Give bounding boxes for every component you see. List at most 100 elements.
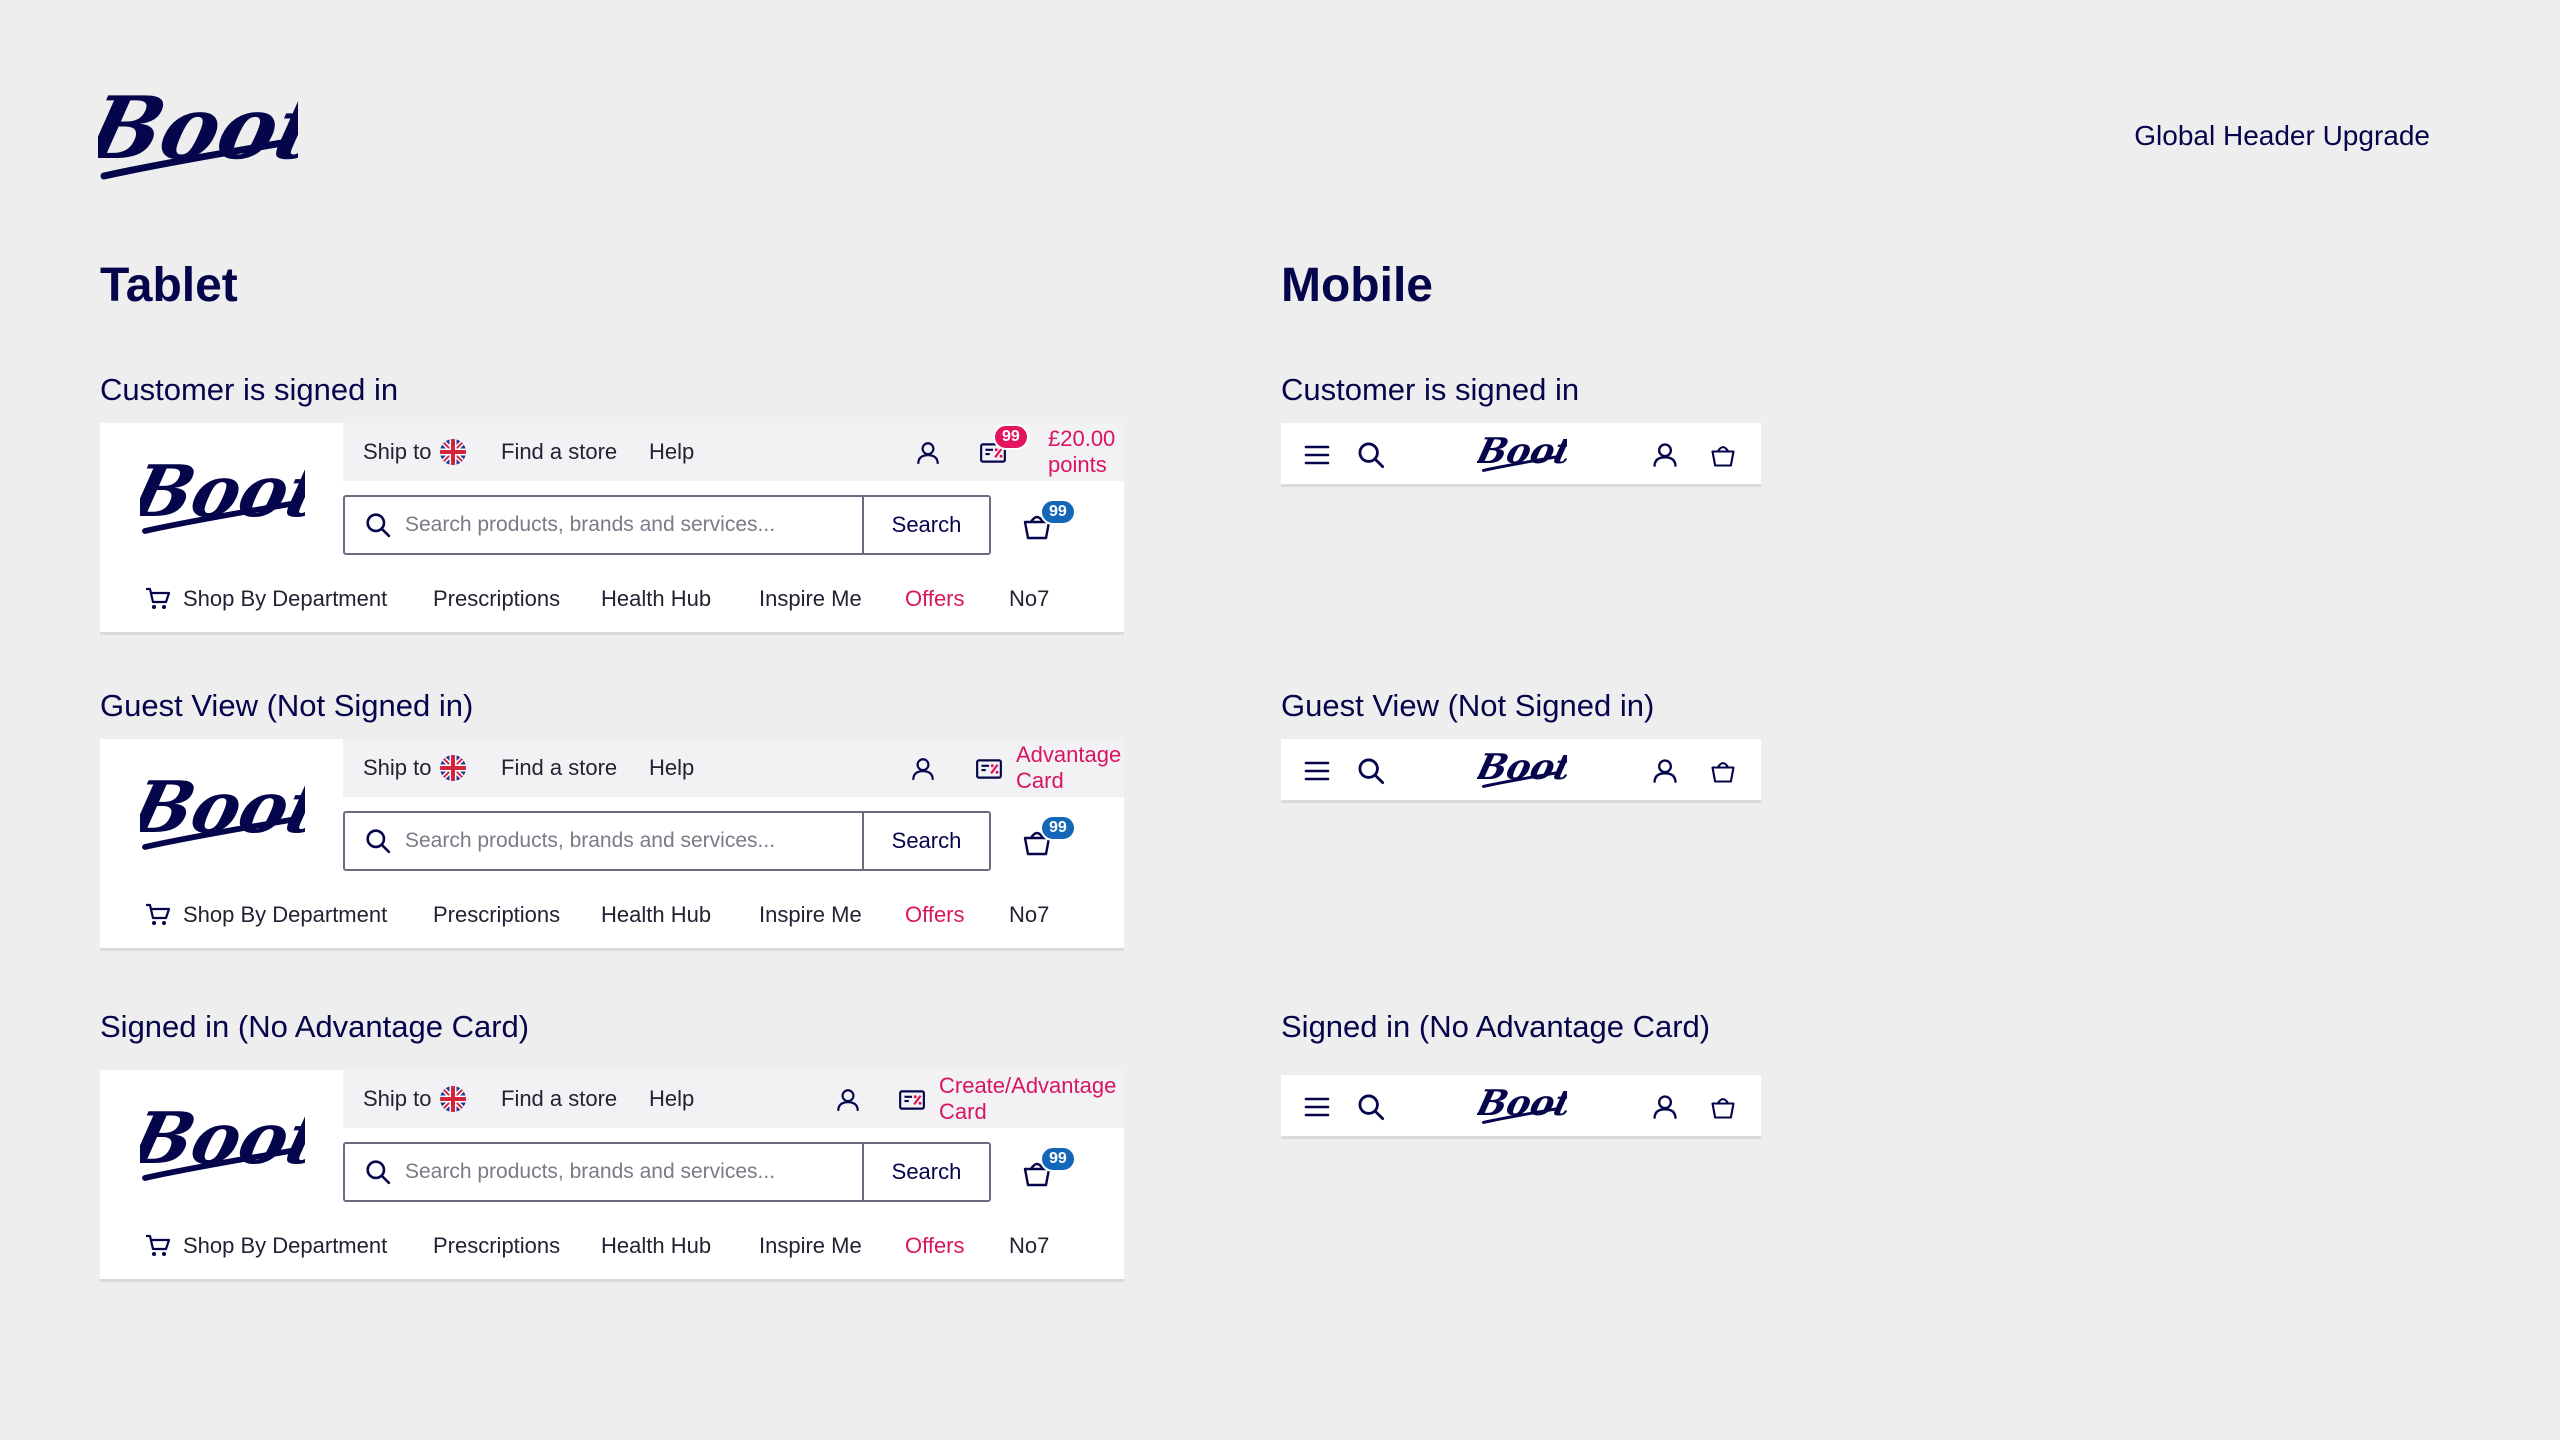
search-icon[interactable] bbox=[1357, 757, 1385, 785]
tablet-variant-label: Customer is signed in bbox=[100, 372, 399, 407]
search-placeholder: Search products, brands and services... bbox=[405, 513, 776, 536]
advantage-points-link[interactable]: £20.00 points bbox=[1048, 423, 1124, 481]
utility-bar: Ship to Find a store Help 99 £20.00 poin… bbox=[343, 423, 1124, 481]
search-icon[interactable] bbox=[1357, 441, 1385, 469]
uk-flag-icon bbox=[440, 755, 466, 781]
ship-to-label: Ship to bbox=[363, 1086, 432, 1111]
nav-prescriptions[interactable]: Prescriptions bbox=[433, 902, 560, 928]
search-placeholder: Search products, brands and services... bbox=[405, 1160, 776, 1183]
nav-offers[interactable]: Offers bbox=[905, 586, 965, 612]
nav-shop-by-department[interactable]: Shop By Department bbox=[145, 902, 387, 928]
search-bar: Search products, brands and services... … bbox=[343, 495, 991, 555]
tablet-variant-label: Signed in (No Advantage Card) bbox=[100, 1009, 530, 1044]
tablet-header-no-card: Ship to Find a store Help Create/Advanta… bbox=[100, 1070, 1124, 1282]
nav-inspire-me[interactable]: Inspire Me bbox=[759, 1233, 862, 1259]
search-button[interactable]: Search bbox=[862, 813, 989, 869]
search-icon bbox=[366, 829, 391, 854]
boots-logo[interactable] bbox=[140, 1095, 305, 1195]
find-store-link[interactable]: Find a store bbox=[501, 739, 617, 797]
nav-inspire-me[interactable]: Inspire Me bbox=[759, 902, 862, 928]
basket-icon[interactable] bbox=[1709, 757, 1737, 785]
search-icon bbox=[366, 513, 391, 538]
points-badge: 99 bbox=[993, 424, 1029, 450]
boots-logo[interactable] bbox=[1477, 431, 1567, 477]
tablet-header-guest: Ship to Find a store Help Advantage Card… bbox=[100, 739, 1124, 951]
nav-label: Shop By Department bbox=[183, 586, 388, 611]
nav-prescriptions[interactable]: Prescriptions bbox=[433, 1233, 560, 1259]
boots-logo[interactable] bbox=[140, 764, 305, 864]
help-link[interactable]: Help bbox=[649, 739, 694, 797]
basket-icon[interactable] bbox=[1709, 441, 1737, 469]
find-store-link[interactable]: Find a store bbox=[501, 423, 617, 481]
account-icon[interactable] bbox=[915, 440, 941, 466]
boots-logo[interactable] bbox=[1477, 1083, 1567, 1129]
help-link[interactable]: Help bbox=[649, 1070, 694, 1128]
account-icon[interactable] bbox=[910, 756, 936, 782]
trolley-icon bbox=[145, 903, 171, 927]
nav-no7[interactable]: No7 bbox=[1009, 586, 1049, 612]
tablet-section-title: Tablet bbox=[100, 259, 238, 312]
basket-icon[interactable] bbox=[1709, 1093, 1737, 1121]
account-icon[interactable] bbox=[1651, 1093, 1679, 1121]
search-input[interactable]: Search products, brands and services... bbox=[345, 813, 862, 869]
basket-count-badge: 99 bbox=[1040, 499, 1076, 525]
boots-logo[interactable] bbox=[140, 448, 305, 548]
account-icon[interactable] bbox=[835, 1087, 861, 1113]
search-icon bbox=[366, 1160, 391, 1185]
account-icon[interactable] bbox=[1651, 757, 1679, 785]
ship-to-link[interactable]: Ship to bbox=[363, 423, 466, 481]
nav-shop-by-department[interactable]: Shop By Department bbox=[145, 586, 387, 612]
mobile-header-signed-in bbox=[1281, 423, 1761, 487]
nav-offers[interactable]: Offers bbox=[905, 902, 965, 928]
nav-no7[interactable]: No7 bbox=[1009, 902, 1049, 928]
mobile-header-guest bbox=[1281, 739, 1761, 803]
ship-to-link[interactable]: Ship to bbox=[363, 739, 466, 797]
search-placeholder: Search products, brands and services... bbox=[405, 829, 776, 852]
mobile-variant-label: Guest View (Not Signed in) bbox=[1281, 688, 1655, 723]
ship-to-link[interactable]: Ship to bbox=[363, 1070, 466, 1128]
nav-shop-by-department[interactable]: Shop By Department bbox=[145, 1233, 387, 1259]
advantage-card-link[interactable]: Advantage Card bbox=[1016, 739, 1124, 797]
nav-health-hub[interactable]: Health Hub bbox=[601, 586, 711, 612]
tablet-header-signed-in: Ship to Find a store Help 99 £20.00 poin… bbox=[100, 423, 1124, 635]
boots-logo[interactable] bbox=[1477, 747, 1567, 793]
search-bar: Search products, brands and services... … bbox=[343, 811, 991, 871]
find-store-link[interactable]: Find a store bbox=[501, 1070, 617, 1128]
search-icon[interactable] bbox=[1357, 1093, 1385, 1121]
nav-inspire-me[interactable]: Inspire Me bbox=[759, 586, 862, 612]
ship-to-label: Ship to bbox=[363, 755, 432, 780]
help-link[interactable]: Help bbox=[649, 423, 694, 481]
search-input[interactable]: Search products, brands and services... bbox=[345, 1144, 862, 1200]
advantage-card-icon[interactable] bbox=[975, 756, 1003, 782]
nav-no7[interactable]: No7 bbox=[1009, 1233, 1049, 1259]
search-bar: Search products, brands and services... … bbox=[343, 1142, 991, 1202]
utility-bar: Ship to Find a store Help Create/Advanta… bbox=[343, 1070, 1124, 1128]
nav-health-hub[interactable]: Health Hub bbox=[601, 1233, 711, 1259]
nav-prescriptions[interactable]: Prescriptions bbox=[433, 586, 560, 612]
search-button[interactable]: Search bbox=[862, 1144, 989, 1200]
hamburger-menu-icon[interactable] bbox=[1303, 1093, 1331, 1121]
uk-flag-icon bbox=[440, 439, 466, 465]
nav-label: Shop By Department bbox=[183, 1233, 388, 1258]
basket-count-badge: 99 bbox=[1040, 1146, 1076, 1172]
ship-to-label: Ship to bbox=[363, 439, 432, 464]
mobile-header-no-card bbox=[1281, 1075, 1761, 1139]
page-label: Global Header Upgrade bbox=[2134, 120, 2430, 151]
trolley-icon bbox=[145, 1234, 171, 1258]
hamburger-menu-icon[interactable] bbox=[1303, 757, 1331, 785]
create-advantage-card-link[interactable]: Create/Advantage Card bbox=[939, 1070, 1124, 1128]
search-button[interactable]: Search bbox=[862, 497, 989, 553]
nav-offers[interactable]: Offers bbox=[905, 1233, 965, 1259]
mobile-variant-label: Customer is signed in bbox=[1281, 372, 1580, 407]
search-input[interactable]: Search products, brands and services... bbox=[345, 497, 862, 553]
nav-health-hub[interactable]: Health Hub bbox=[601, 902, 711, 928]
hamburger-menu-icon[interactable] bbox=[1303, 441, 1331, 469]
account-icon[interactable] bbox=[1651, 441, 1679, 469]
basket-count-badge: 99 bbox=[1040, 815, 1076, 841]
boots-logo bbox=[98, 80, 298, 192]
trolley-icon bbox=[145, 587, 171, 611]
nav-label: Shop By Department bbox=[183, 902, 388, 927]
tablet-variant-label: Guest View (Not Signed in) bbox=[100, 688, 474, 723]
advantage-card-icon[interactable] bbox=[898, 1087, 926, 1113]
utility-bar: Ship to Find a store Help Advantage Card bbox=[343, 739, 1124, 797]
